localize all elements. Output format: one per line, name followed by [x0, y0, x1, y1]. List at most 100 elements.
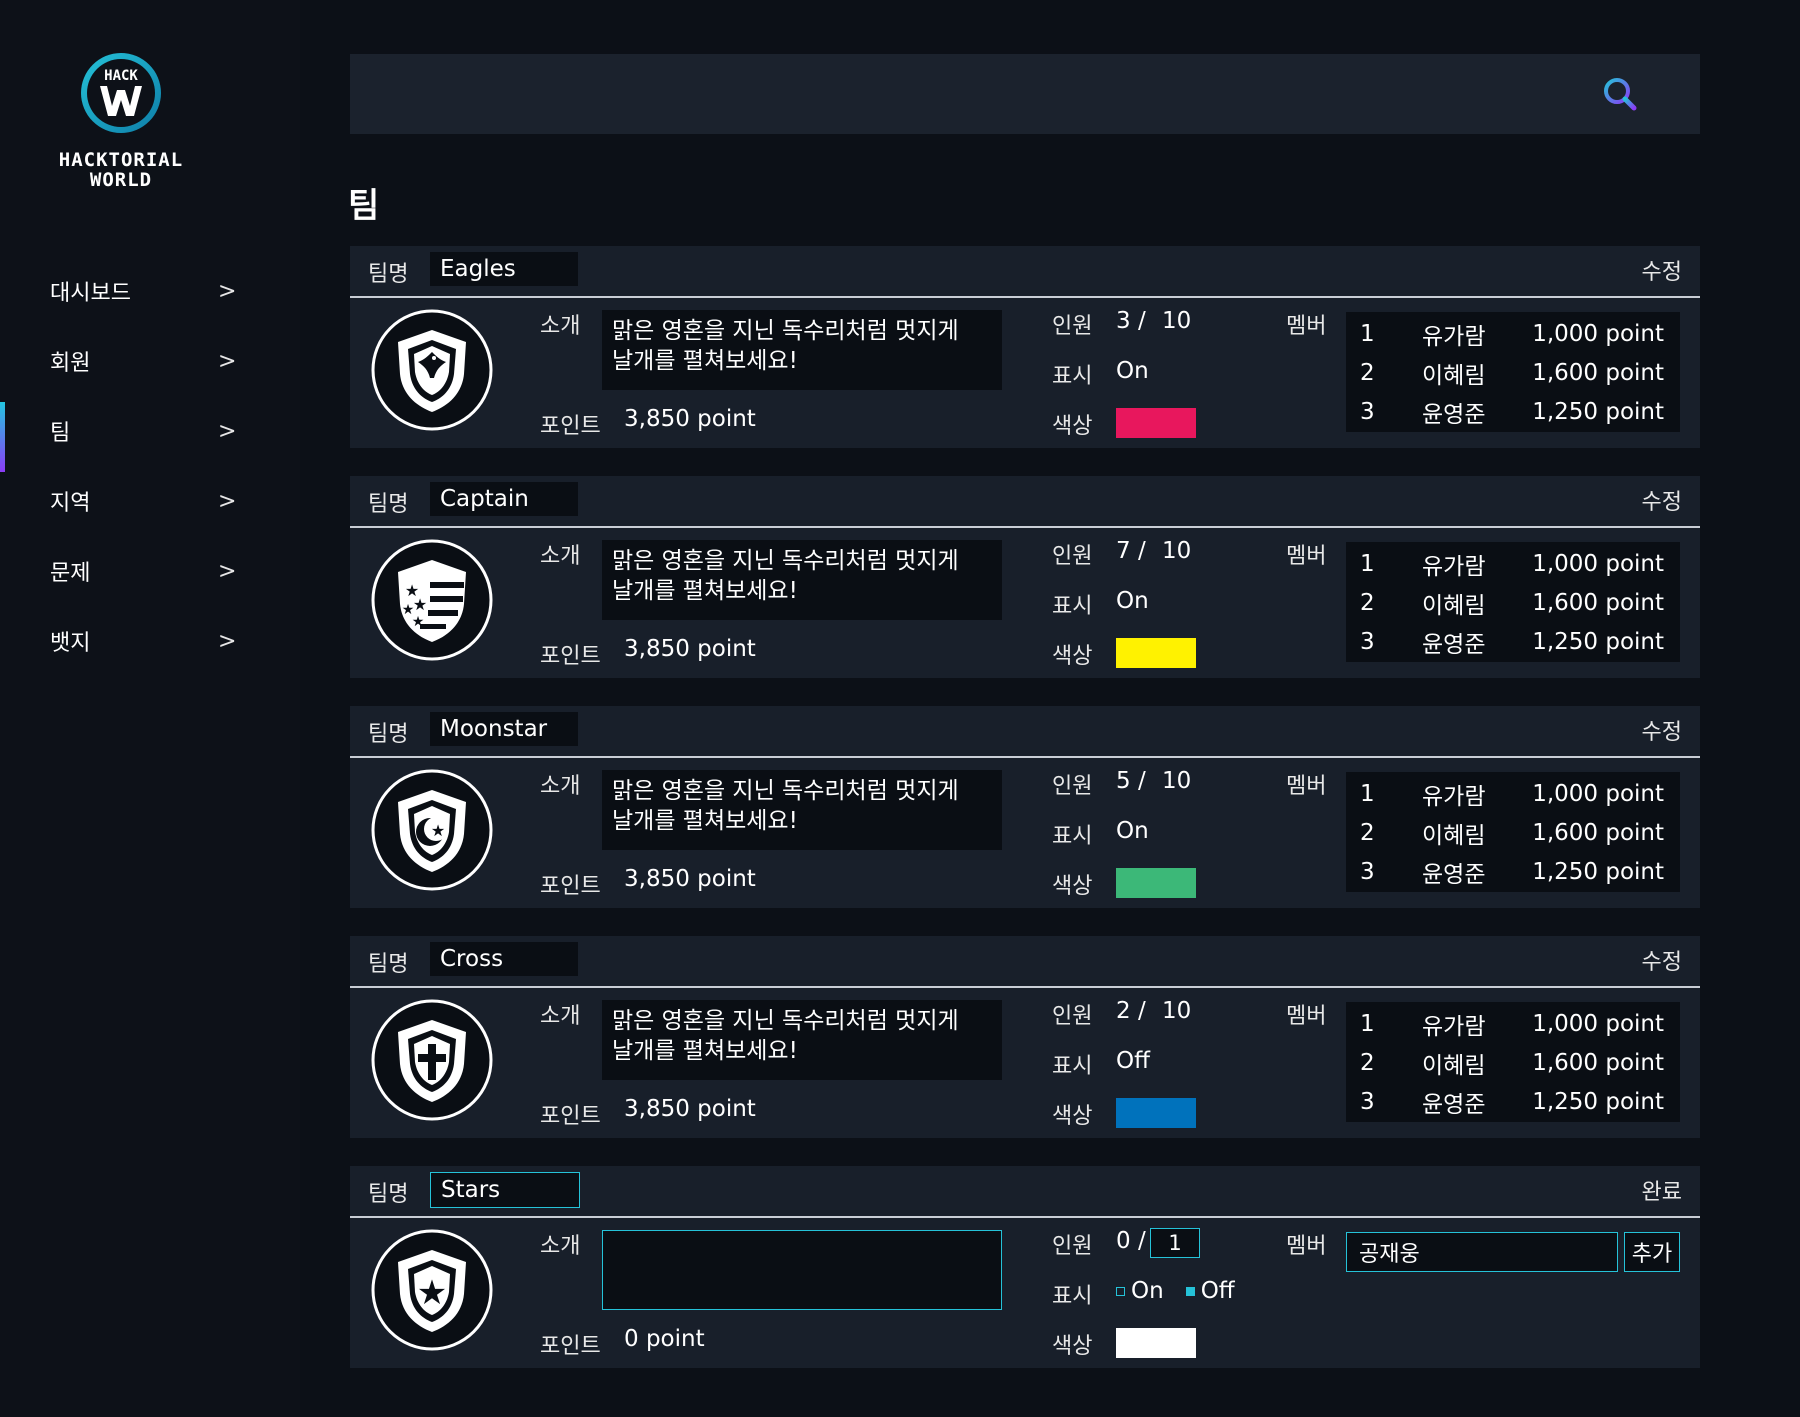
add-member-button[interactable]: 추가 [1624, 1232, 1680, 1272]
members-label: 멤버 [1286, 544, 1327, 569]
svg-text:★: ★ [413, 595, 427, 614]
member-row: 3 윤영준 1,250 point [1360, 628, 1664, 658]
display-toggle: On Off [1116, 1278, 1235, 1304]
team-name: Captain [430, 482, 578, 516]
sidebar: HACK HACKTORIAL WORLD 대시보드 > 회원 > 팀 > 지역 > 문… [0, 0, 300, 1417]
sidebar-item-members[interactable]: 회원 > [0, 326, 300, 396]
member-count: 0 / [1116, 1228, 1146, 1254]
display-status: On [1116, 818, 1149, 844]
team-color-swatch [1116, 408, 1196, 438]
color-label: 색상 [1052, 414, 1093, 439]
color-label: 색상 [1052, 1104, 1093, 1129]
member-count-label: 인원 [1052, 1234, 1093, 1259]
team-name: Cross [430, 942, 578, 976]
points-label: 포인트 [540, 644, 601, 669]
color-label: 색상 [1052, 874, 1093, 899]
member-max: 10 [1162, 998, 1192, 1024]
team-name-label: 팀명 [368, 952, 409, 977]
sidebar-item-problems[interactable]: 문제 > [0, 536, 300, 606]
team-card-header: 팀명 Moonstar 수정 [350, 706, 1700, 758]
hack-w-logo-icon: HACK [81, 53, 161, 133]
display-label: 표시 [1052, 1054, 1093, 1079]
team-name-label: 팀명 [368, 262, 409, 287]
member-max: 10 [1162, 308, 1192, 334]
members-label: 멤버 [1286, 314, 1327, 339]
chevron-right-icon: > [218, 348, 237, 374]
display-off-radio[interactable]: Off [1185, 1278, 1235, 1304]
display-label: 표시 [1052, 1284, 1093, 1309]
member-count: 7 / [1116, 538, 1146, 564]
team-color-picker[interactable] [1116, 1328, 1196, 1358]
points-label: 포인트 [540, 874, 601, 899]
chevron-right-icon: > [218, 418, 237, 444]
sidebar-item-teams[interactable]: 팀 > [0, 396, 300, 472]
team-points: 3,850 point [624, 636, 756, 662]
edit-button[interactable]: 수정 [1642, 254, 1682, 286]
team-points: 3,850 point [624, 406, 756, 432]
team-name-input[interactable] [430, 1172, 580, 1208]
member-row: 3 윤영준 1,250 point [1360, 1088, 1664, 1118]
team-card-header: 팀명 완료 [350, 1166, 1700, 1218]
page-title: 팀 [348, 186, 380, 226]
member-list: 1 유가람 1,000 point 2 이혜림 1,600 point 3 윤영준 1,25… [1346, 1002, 1680, 1122]
team-card: 팀명 Captain 수정 ★ ★ ★ ★ 소개 맑은 영혼을 지닌 독수리처럼… [350, 476, 1700, 678]
member-max-input[interactable] [1150, 1228, 1200, 1258]
member-row: 3 윤영준 1,250 point [1360, 858, 1664, 888]
display-label: 표시 [1052, 594, 1093, 619]
radio-unchecked-icon [1116, 1286, 1125, 1296]
display-status: On [1116, 358, 1149, 384]
team-name-label: 팀명 [368, 722, 409, 747]
team-card: 팀명 Eagles 수정 소개 맑은 영혼을 지닌 독수리처럼 멋지게 날개를 … [350, 246, 1700, 448]
team-name-label: 팀명 [368, 1182, 409, 1207]
team-intro: 맑은 영혼을 지닌 독수리처럼 멋지게 날개를 펼쳐보세요! [602, 1000, 1002, 1080]
member-count: 3 / [1116, 308, 1146, 334]
color-label: 색상 [1052, 1334, 1093, 1359]
edit-button[interactable]: 수정 [1642, 714, 1682, 746]
member-count: 2 / [1116, 998, 1146, 1024]
svg-text:★: ★ [412, 614, 425, 630]
members-label: 멤버 [1286, 1234, 1327, 1259]
search-icon[interactable] [1600, 74, 1640, 114]
color-label: 색상 [1052, 644, 1093, 669]
team-points: 3,850 point [624, 866, 756, 892]
team-card: 팀명 Cross 수정 소개 맑은 영혼을 지닌 독수리처럼 멋지게 날개를 펼… [350, 936, 1700, 1138]
moon-star-shield-icon: ★ [371, 769, 493, 891]
team-intro: 맑은 영혼을 지닌 독수리처럼 멋지게 날개를 펼쳐보세요! [602, 770, 1002, 850]
display-status: Off [1116, 1048, 1150, 1074]
sidebar-item-regions[interactable]: 지역 > [0, 466, 300, 536]
star-shield-icon[interactable]: ★ [370, 1228, 494, 1352]
members-label: 멤버 [1286, 774, 1327, 799]
edit-button[interactable]: 수정 [1642, 484, 1682, 516]
svg-text:★: ★ [431, 821, 445, 840]
chevron-right-icon: > [218, 488, 237, 514]
sidebar-item-dashboard[interactable]: 대시보드 > [0, 256, 300, 326]
intro-label: 소개 [540, 544, 581, 569]
team-name: Moonstar [430, 712, 578, 746]
member-row: 3 윤영준 1,250 point [1360, 398, 1664, 428]
intro-label: 소개 [540, 1004, 581, 1029]
display-on-radio[interactable]: On [1116, 1278, 1164, 1304]
stars-stripes-shield-icon: ★ ★ ★ ★ [371, 539, 493, 661]
team-card: 팀명 Moonstar 수정 ★ 소개 맑은 영혼을 지닌 독수리처럼 멋지게 … [350, 706, 1700, 908]
member-name-input[interactable] [1346, 1232, 1618, 1272]
eagle-shield-icon [371, 309, 493, 431]
member-count-label: 인원 [1052, 1004, 1093, 1029]
intro-label: 소개 [540, 314, 581, 339]
member-max: 10 [1162, 768, 1192, 794]
team-edit-card: 팀명 완료 ★ 소개 포인트 0 point 인원 0 / 표시 On Off … [350, 1166, 1700, 1368]
done-button[interactable]: 완료 [1642, 1174, 1682, 1206]
display-status: On [1116, 588, 1149, 614]
chevron-right-icon: > [218, 278, 237, 304]
team-points: 3,850 point [624, 1096, 756, 1122]
points-label: 포인트 [540, 1104, 601, 1129]
brand-logo[interactable]: HACK HACKTORIAL WORLD [36, 50, 206, 190]
team-intro-input[interactable] [602, 1230, 1002, 1310]
member-max: 10 [1162, 538, 1192, 564]
member-list: 1 유가람 1,000 point 2 이혜림 1,600 point 3 윤영준 1,25… [1346, 312, 1680, 432]
display-label: 표시 [1052, 364, 1093, 389]
edit-button[interactable]: 수정 [1642, 944, 1682, 976]
sidebar-item-badges[interactable]: 뱃지 > [0, 606, 300, 676]
search-input[interactable] [370, 72, 1604, 118]
member-row: 2 이혜림 1,600 point [1360, 1049, 1664, 1079]
member-list: 1 유가람 1,000 point 2 이혜림 1,600 point 3 윤영준 1,25… [1346, 542, 1680, 662]
